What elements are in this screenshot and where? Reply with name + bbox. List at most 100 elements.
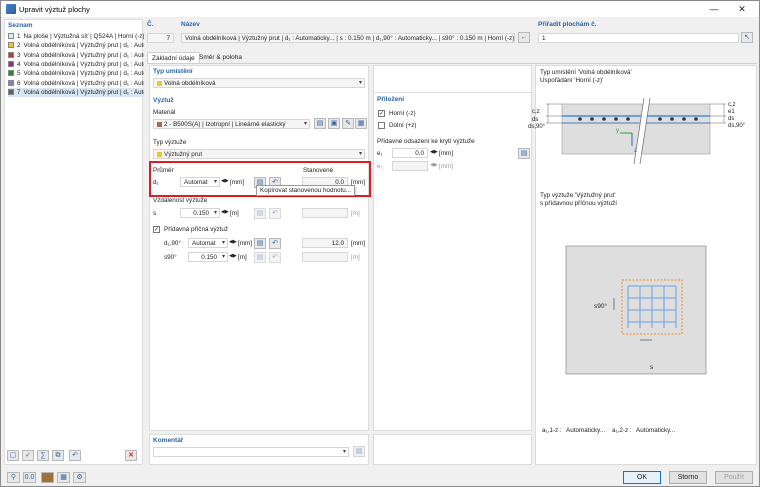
list-item-number: 6 — [17, 79, 21, 87]
minimize-button[interactable]: — — [701, 1, 727, 17]
copy-icon[interactable]: ⧉ — [52, 450, 64, 461]
list-item[interactable]: 5 Volná obdélníková | Výztužný prut | d₁ … — [8, 69, 144, 78]
select-surfaces-icon[interactable]: ↖ — [741, 32, 753, 43]
cover-panel-outer: Přiložení ✓ Horní (-z) Dolní (+z) Přídav… — [373, 65, 532, 431]
color-swatch — [8, 70, 14, 77]
grid-icon[interactable]: ▦ — [57, 472, 70, 483]
e1-unit: [mm] — [439, 150, 453, 157]
list-panel: Seznam 1 Na ploše | Výztužná síť | Q524A … — [4, 19, 144, 465]
label-cz-right: c,z — [728, 102, 736, 108]
plan-diagram — [565, 245, 707, 375]
list-item[interactable]: 1 Na ploše | Výztužná síť | Q524A | Horní… — [8, 32, 144, 41]
name-field: Volná obdélníková | Výztužný prut | d₁ :… — [181, 33, 515, 43]
stepper-icon[interactable]: ◀▶ — [430, 149, 438, 155]
edit-name-icon[interactable]: ← — [518, 32, 530, 43]
comment-panel: Komentář ▾ ▤ — [149, 434, 369, 465]
extra-offset-label: Přídavné odsazení ke krytí výztuže — [377, 138, 475, 145]
material-select[interactable]: 2 - B500S(A) | Izotropní | Lineárně elas… — [153, 119, 310, 129]
copy-determined-icon: ↶ — [269, 252, 281, 263]
preview-title1b: Uspořádání 'Horní (-z)' — [540, 77, 604, 84]
check-all-icon[interactable]: ∑ — [37, 450, 49, 461]
list-item[interactable]: 7 Volná obdélníková | Výztužný prut | d₁ … — [8, 87, 144, 97]
stepper-icon[interactable]: ◀▶ — [229, 239, 237, 245]
s-value: 0.150 — [193, 210, 209, 217]
foot2-label: a₁,2-z : — [612, 427, 632, 434]
color-icon[interactable] — [41, 472, 54, 483]
divider — [374, 92, 531, 93]
rebar-type-value: Výztužný prut — [164, 151, 203, 158]
material-label: Materiál — [153, 109, 176, 116]
offset-library-icon[interactable]: ▤ — [518, 148, 530, 159]
top-label: Horní (-z) — [389, 110, 416, 117]
copy-determined-icon[interactable]: ↶ — [269, 238, 281, 249]
bottom-label: Dolní (+z) — [389, 122, 417, 129]
e2-label: e₂ — [377, 163, 383, 170]
new-item-icon[interactable]: ▢ — [7, 450, 19, 461]
list-item[interactable]: 6 Volná obdélníková | Výztužný prut | d₁ … — [8, 79, 144, 88]
assign-field[interactable]: 1 — [538, 33, 739, 43]
dialog-window: Upravit výztuž plochy — ✕ Seznam 1 Na plo… — [0, 0, 760, 487]
list-item-label: Volná obdélníková | Výztužný prut | d₁ :… — [23, 60, 144, 68]
cancel-button[interactable]: Storno — [669, 471, 707, 484]
tab-basic[interactable]: Základní údaje — [147, 52, 200, 63]
rebar-type-label: Typ výztuže — [153, 139, 187, 146]
color-swatch — [8, 88, 14, 95]
material-new-icon[interactable]: ▣ — [328, 118, 340, 129]
undo-icon[interactable]: ↶ — [69, 450, 81, 461]
library-icon: ▤ — [254, 252, 266, 263]
preview-title2b: s přídavnou příčnou výztuží — [540, 200, 618, 207]
comment-field[interactable]: ▾ — [153, 447, 349, 457]
list-item-label: Volná obdélníková | Výztužný prut | d₁ :… — [23, 88, 144, 96]
foot1-value: Automaticky... — [566, 427, 606, 434]
stepper-icon[interactable]: ◀▶ — [229, 253, 237, 259]
e1-field[interactable]: 0.0 — [392, 148, 428, 158]
comment-library-icon[interactable]: ▤ — [353, 446, 365, 457]
list-item[interactable]: 4 Volná obdélníková | Výztužný prut | d₁ … — [8, 60, 144, 69]
foot2-value: Automaticky... — [636, 427, 676, 434]
rebar-type-select[interactable]: Výztužný prut ▾ — [153, 149, 365, 159]
delete-icon[interactable]: ✕ — [125, 450, 137, 461]
s90-unit: [m] — [238, 254, 247, 261]
chevron-down-icon: ▾ — [213, 210, 217, 216]
additional-checkbox[interactable]: ✓ — [153, 226, 160, 233]
material-info-icon[interactable]: ▦ — [355, 118, 367, 129]
top-checkbox[interactable]: ✓ — [378, 110, 385, 117]
tooltip: Kopírovat stanovenou hodnotu... — [256, 185, 356, 196]
list-item[interactable]: 2 Volná obdélníková | Výztužný prut | d₁ … — [8, 41, 144, 50]
name-label: Název — [181, 21, 200, 28]
list-item-label: Volná obdélníková | Výztužný prut | d₁ :… — [23, 42, 144, 50]
placement-type-select[interactable]: Volná obdélníková ▾ — [153, 78, 365, 88]
no-label: Č. — [147, 21, 154, 28]
placement-type-value: Volná obdélníková — [164, 80, 216, 87]
settings-icon[interactable]: ⚙ — [73, 472, 86, 483]
d190-select[interactable]: Automat ▾ — [188, 238, 228, 248]
stepper-icon[interactable]: ◀▶ — [221, 209, 229, 215]
section-diagram — [546, 97, 726, 165]
ok-button[interactable]: OK — [623, 471, 661, 484]
no-field[interactable]: 7 — [147, 33, 174, 43]
s90-determined-unit: [m] — [351, 254, 360, 261]
bottom-checkbox[interactable] — [378, 122, 385, 129]
additional-label: Přídavná příčná výztuž — [164, 226, 229, 233]
check-icon[interactable]: ✓ — [22, 450, 34, 461]
s90-label: s90° — [164, 254, 177, 261]
list-item[interactable]: 3 Volná obdélníková | Výztužný prut | d₁ … — [8, 51, 144, 60]
chevron-down-icon: ▾ — [303, 121, 307, 127]
library-icon[interactable]: ▤ — [254, 238, 266, 249]
s90-field[interactable]: 0.150 ▾ — [188, 252, 228, 262]
s-determined-unit: [m] — [351, 210, 360, 217]
close-button[interactable]: ✕ — [729, 1, 755, 17]
material-library-icon[interactable]: ▤ — [314, 118, 326, 129]
tab-direction[interactable]: Směr & poloha — [195, 52, 246, 63]
assign-label: Přiřadit plochám č. — [538, 21, 597, 28]
e2-field — [392, 161, 428, 171]
chevron-down-icon: ▾ — [358, 151, 362, 157]
list-item-number: 7 — [17, 88, 21, 96]
s-field[interactable]: 0.150 ▾ — [180, 208, 220, 218]
material-edit-icon[interactable]: ✎ — [342, 118, 354, 129]
units-icon[interactable]: 0.0 — [23, 472, 36, 483]
placement-color-swatch — [157, 81, 162, 86]
d190-value: Automat — [192, 240, 216, 247]
label-ds-left: ds — [532, 117, 539, 123]
search-icon[interactable]: ⚲ — [7, 472, 20, 483]
